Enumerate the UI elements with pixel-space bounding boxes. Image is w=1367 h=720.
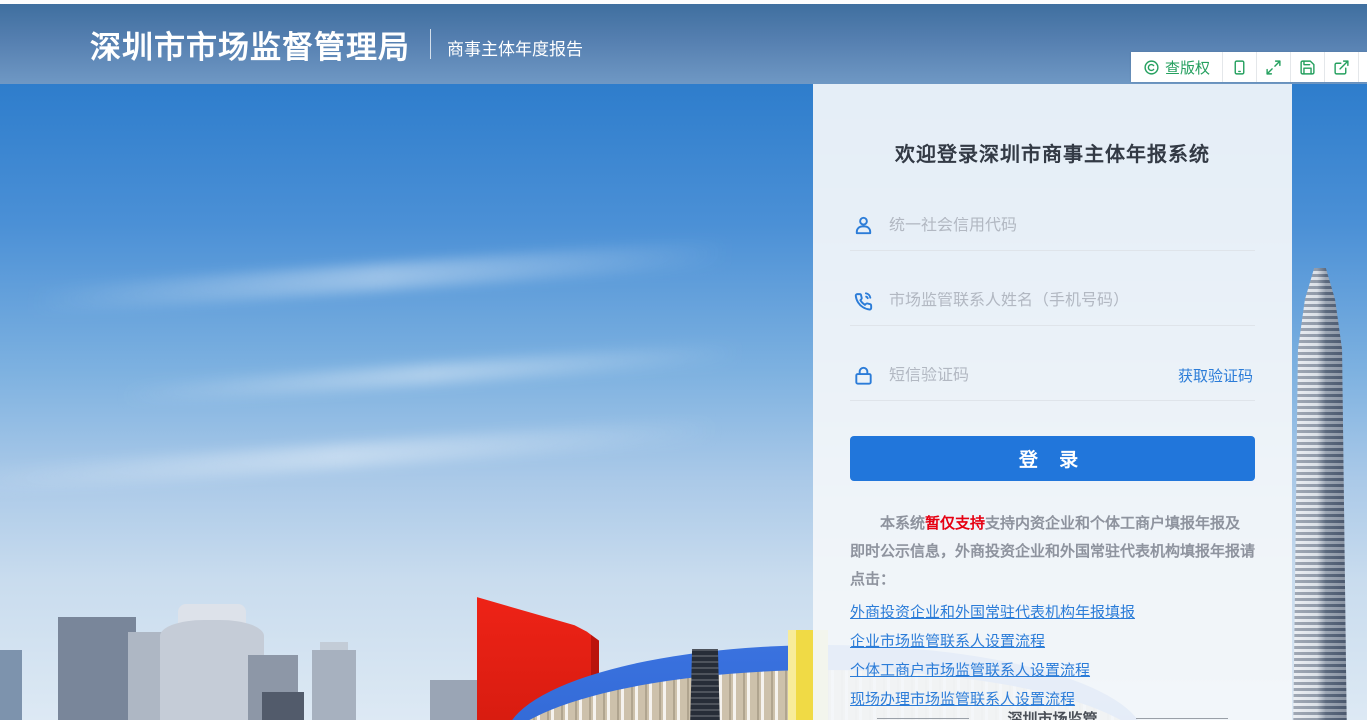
link-foreign-annual-report[interactable]: 外商投资企业和外国常驻代表机构年报填报 <box>850 603 1255 623</box>
link-onsite-contact-setup[interactable]: 现场办理市场监管联系人设置流程 <box>850 690 1255 710</box>
login-panel: 欢迎登录深圳市商事主体年报系统 获取验证码 登 录 本系统暂仅支持支持内资企业和… <box>813 84 1292 720</box>
sms-code-field-row: 获取验证码 <box>850 355 1255 401</box>
login-title: 欢迎登录深圳市商事主体年报系统 <box>850 138 1255 167</box>
phone-icon <box>852 289 875 312</box>
support-notice: 本系统暂仅支持支持内资企业和个体工商户填报年报及即时公示信息，外商投资企业和外国… <box>850 510 1255 594</box>
mobile-view-button[interactable] <box>1223 52 1257 82</box>
notice-prefix: 本系统 <box>880 515 925 532</box>
copyright-check-label: 查版权 <box>1165 57 1210 78</box>
page-toolbar: 查版权 <box>1131 52 1367 82</box>
user-icon <box>852 214 875 237</box>
footer-brand-label: 深圳市场监管 <box>1007 708 1097 720</box>
cloud-streak <box>120 342 740 405</box>
site-subtitle: 商事主体年度报告 <box>447 35 583 60</box>
building-dome-mast <box>688 649 722 720</box>
notice-highlight: 暂仅支持 <box>925 515 985 532</box>
footer-divider-left <box>877 718 969 719</box>
copyright-icon <box>1143 59 1160 76</box>
fullscreen-icon <box>1265 59 1282 76</box>
panel-footer: 深圳市场监管 <box>813 708 1292 720</box>
save-icon <box>1299 59 1316 76</box>
building <box>0 650 22 720</box>
cloud-streak <box>30 240 730 315</box>
sms-code-input[interactable] <box>889 367 1164 385</box>
footer-divider-right <box>1136 718 1228 719</box>
link-individual-contact-setup[interactable]: 个体工商户市场监管联系人设置流程 <box>850 661 1255 681</box>
building-tall-tower <box>1291 268 1349 720</box>
building <box>58 617 136 720</box>
help-links: 外商投资企业和外国常驻代表机构年报填报 企业市场监管联系人设置流程 个体工商户市… <box>850 603 1255 710</box>
lock-icon <box>852 364 875 387</box>
copyright-check-button[interactable]: 查版权 <box>1131 52 1223 82</box>
contact-name-field-row <box>850 280 1255 326</box>
link-enterprise-contact-setup[interactable]: 企业市场监管联系人设置流程 <box>850 632 1255 652</box>
building-slim-tower <box>312 650 356 720</box>
contact-name-input[interactable] <box>889 292 1253 310</box>
get-code-link[interactable]: 获取验证码 <box>1178 365 1253 386</box>
credit-code-field-row <box>850 205 1255 251</box>
share-button[interactable] <box>1325 52 1359 82</box>
login-button[interactable]: 登 录 <box>850 436 1255 481</box>
cloud-streak <box>0 418 720 495</box>
settings-button[interactable] <box>1359 52 1367 82</box>
building <box>262 692 304 720</box>
fullscreen-button[interactable] <box>1257 52 1291 82</box>
header-divider <box>430 29 431 59</box>
credit-code-input[interactable] <box>889 217 1253 235</box>
share-icon <box>1333 59 1350 76</box>
save-button[interactable] <box>1291 52 1325 82</box>
site-title: 深圳市市场监督管理局 <box>90 22 410 67</box>
mobile-icon <box>1231 59 1248 76</box>
